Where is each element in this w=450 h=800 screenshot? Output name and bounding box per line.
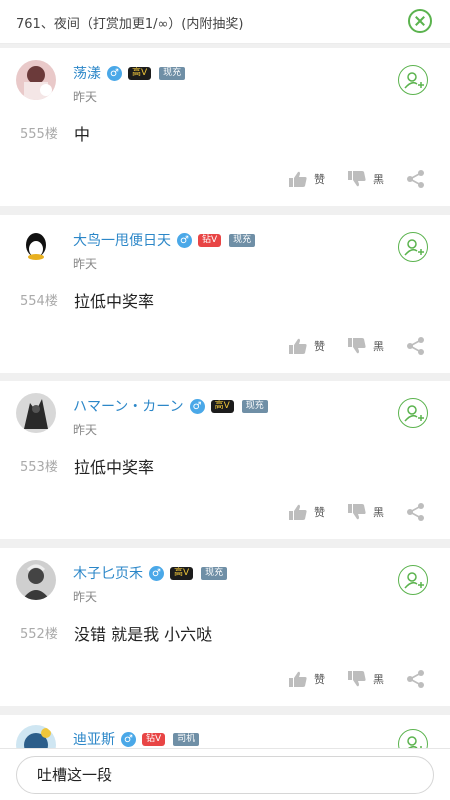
- thumbs-down-icon: [348, 504, 366, 520]
- add-user-icon: [404, 572, 424, 589]
- user-tag: 现充: [159, 66, 186, 80]
- comment-text: 拉低中奖率: [74, 458, 155, 477]
- dislike-label: 黑: [373, 506, 384, 519]
- avatar[interactable]: [16, 560, 56, 600]
- male-icon: ♂: [177, 232, 192, 248]
- like-button[interactable]: 赞: [288, 170, 325, 188]
- dislike-label: 黑: [373, 340, 384, 353]
- comment-bar: 吐槽这一段: [0, 748, 450, 800]
- vip-badge: 高V: [170, 566, 194, 580]
- chapter-title: 761、夜间（打赏加更1/∞）(内附抽奖): [16, 17, 244, 32]
- share-icon: [407, 670, 424, 688]
- comment-card: 大鸟一甩便日天 ♂ 钻V 现充 昨天 554楼 拉低中奖率 赞 黑: [0, 215, 450, 373]
- share-icon: [407, 170, 424, 188]
- follow-button[interactable]: [398, 65, 428, 95]
- like-button[interactable]: 赞: [288, 337, 325, 355]
- thumbs-up-icon: [289, 504, 307, 520]
- dislike-button[interactable]: 黑: [347, 170, 384, 188]
- share-button[interactable]: [406, 336, 432, 356]
- share-icon: [407, 503, 424, 521]
- comment-text: 拉低中奖率: [74, 292, 155, 311]
- male-icon: ♂: [149, 565, 164, 581]
- like-label: 赞: [314, 673, 325, 686]
- username[interactable]: 大鸟一甩便日天: [73, 230, 171, 250]
- floor-number: 553楼: [20, 460, 58, 475]
- thumbs-up-icon: [289, 671, 307, 687]
- comment-time: 昨天: [73, 590, 98, 604]
- add-user-icon: [404, 72, 424, 89]
- male-icon: ♂: [189, 398, 205, 414]
- like-button[interactable]: 赞: [288, 503, 325, 521]
- top-bar: 761、夜间（打赏加更1/∞）(内附抽奖): [0, 0, 450, 44]
- username[interactable]: 迪亚斯: [73, 729, 115, 749]
- user-tag: 现充: [241, 399, 268, 413]
- vip-badge: 钻V: [142, 732, 166, 746]
- avatar[interactable]: [16, 60, 56, 100]
- male-icon: ♂: [107, 65, 122, 81]
- close-icon[interactable]: [408, 9, 432, 33]
- username[interactable]: ハマーン・カーン: [73, 396, 184, 416]
- username[interactable]: 木子匕页禾: [73, 563, 143, 583]
- thumbs-down-icon: [348, 671, 366, 687]
- dislike-label: 黑: [373, 673, 384, 686]
- dislike-button[interactable]: 黑: [347, 337, 384, 355]
- floor-number: 554楼: [20, 294, 58, 309]
- thumbs-up-icon: [289, 171, 307, 187]
- follow-button[interactable]: [398, 565, 428, 595]
- comment-input[interactable]: 吐槽这一段: [16, 756, 434, 794]
- share-button[interactable]: [406, 669, 432, 689]
- user-tag: 现充: [201, 566, 228, 580]
- user-tag: 现充: [229, 233, 256, 247]
- follow-button[interactable]: [398, 232, 428, 262]
- like-button[interactable]: 赞: [288, 670, 325, 688]
- like-label: 赞: [314, 506, 325, 519]
- vip-badge: 高V: [210, 399, 234, 413]
- add-user-icon: [404, 239, 424, 256]
- comment-card: ハマーン・カーン ♂ 高V 现充 昨天 553楼 拉低中奖率 赞 黑: [0, 381, 450, 539]
- dislike-button[interactable]: 黑: [347, 503, 384, 521]
- thumbs-down-icon: [348, 338, 366, 354]
- username[interactable]: 荡漾: [73, 63, 101, 83]
- share-button[interactable]: [406, 169, 432, 189]
- comment-card: 木子匕页禾 ♂ 高V 现充 昨天 552楼 没错 就是我 小六哒 赞 黑: [0, 548, 450, 706]
- vip-badge: 高V: [128, 66, 152, 80]
- dislike-button[interactable]: 黑: [347, 670, 384, 688]
- thumbs-down-icon: [348, 171, 366, 187]
- comment-time: 昨天: [73, 90, 98, 104]
- follow-button[interactable]: [398, 398, 428, 428]
- comment-time: 昨天: [73, 423, 98, 437]
- add-user-icon: [404, 405, 424, 422]
- dislike-label: 黑: [373, 173, 384, 186]
- like-label: 赞: [314, 173, 325, 186]
- floor-number: 555楼: [20, 127, 58, 142]
- comment-text: 中: [74, 125, 91, 144]
- share-button[interactable]: [406, 502, 432, 522]
- vip-badge: 钻V: [198, 233, 222, 247]
- comment-time: 昨天: [73, 257, 98, 271]
- thumbs-up-icon: [289, 338, 307, 354]
- male-icon: ♂: [121, 731, 136, 747]
- user-tag: 司机: [173, 732, 200, 746]
- comment-text: 没错 就是我 小六哒: [74, 625, 213, 644]
- avatar[interactable]: [16, 393, 56, 433]
- avatar[interactable]: [16, 227, 56, 267]
- share-icon: [407, 337, 424, 355]
- comment-card: 荡漾 ♂ 高V 现充 昨天 555楼 中 赞 黑: [0, 48, 450, 206]
- like-label: 赞: [314, 340, 325, 353]
- floor-number: 552楼: [20, 627, 58, 642]
